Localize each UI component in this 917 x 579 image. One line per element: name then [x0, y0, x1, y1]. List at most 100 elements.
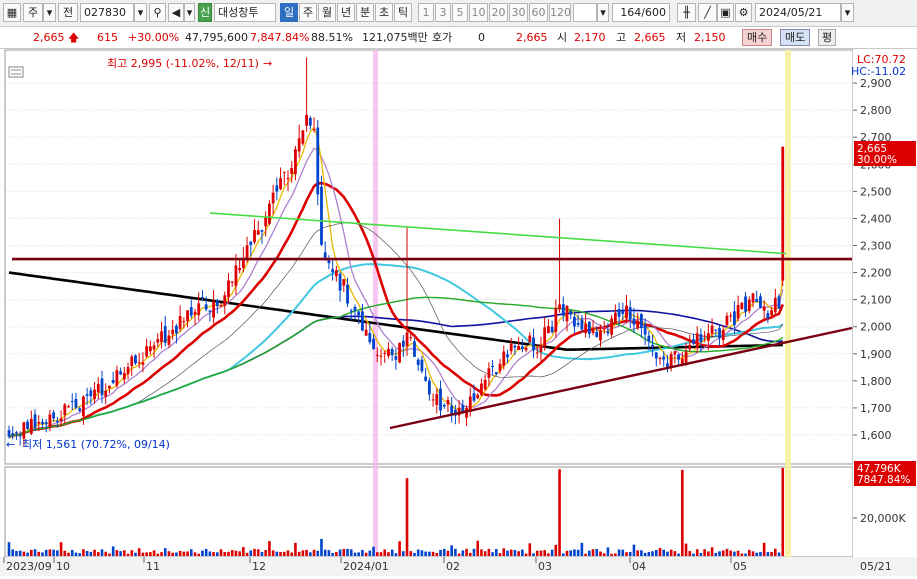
stock-code-input[interactable]: 027830 — [80, 3, 134, 22]
search-icon[interactable]: ⚲ — [149, 3, 166, 22]
volume-bar — [424, 551, 427, 556]
period-tab-minute[interactable]: 분 — [356, 3, 374, 22]
volume-bar — [721, 550, 725, 556]
current-price-value: 2,665 — [33, 31, 65, 44]
interval-120[interactable]: 120 — [549, 3, 571, 22]
candle-body — [576, 323, 580, 325]
period-tab-day[interactable]: 일 — [280, 3, 298, 22]
period-tab-second[interactable]: 초 — [375, 3, 393, 22]
volume-bar — [286, 550, 290, 556]
volume-bar — [48, 549, 52, 556]
volume-bar — [744, 553, 747, 556]
market-dropdown-chevron-icon[interactable]: ▾ — [43, 3, 56, 22]
bar-count-field[interactable]: 164/600 — [612, 3, 670, 22]
candle-body — [279, 178, 282, 190]
y-tick-label: 2,300 — [860, 240, 892, 253]
candle-body — [483, 379, 487, 390]
volume-bar — [513, 549, 517, 556]
volume-bar — [7, 542, 11, 556]
candle-body — [517, 346, 521, 350]
interval-dropdown-chevron-icon[interactable]: ▾ — [597, 3, 609, 22]
speaker-dropdown-chevron-icon[interactable]: ▾ — [184, 3, 195, 22]
candle-body — [640, 314, 643, 329]
candle-body — [312, 129, 316, 131]
average-button[interactable]: 평 — [818, 29, 837, 46]
interval-10-label: 10 — [471, 6, 486, 19]
candle-body — [431, 399, 435, 401]
volume-bar — [227, 551, 230, 556]
interval-3[interactable]: 3 — [435, 3, 451, 22]
price-chart[interactable]: 1,600 1,700 1,800 1,900 2,000 2,100 2,200 2,300… — [0, 49, 917, 576]
interval-1[interactable]: 1 — [418, 3, 434, 22]
type-select[interactable]: 전 — [58, 3, 78, 22]
candle-body — [275, 185, 279, 192]
volume-bar — [249, 550, 253, 556]
period-tab-month[interactable]: 월 — [318, 3, 336, 22]
interval-20[interactable]: 20 — [489, 3, 508, 22]
volume-bar — [290, 552, 294, 556]
volume-bar — [379, 552, 383, 556]
save-icon[interactable]: ▣ — [717, 3, 734, 22]
candle-body — [755, 298, 759, 302]
y-tick-label: 2,100 — [860, 294, 892, 307]
chart-svg: 1,600 1,700 1,800 1,900 2,000 2,100 2,200 2,300… — [0, 49, 917, 576]
grid-toggle-icon[interactable]: ▦ — [3, 3, 21, 22]
interval-60[interactable]: 60 — [529, 3, 548, 22]
interval-10[interactable]: 10 — [469, 3, 488, 22]
candle-style-icon[interactable]: ╫ — [677, 3, 696, 22]
period-tab-year[interactable]: 년 — [337, 3, 355, 22]
x-tick-label: 11 — [146, 560, 160, 573]
volume-bar — [368, 550, 372, 556]
volume-bar — [521, 549, 524, 556]
volume-bar — [770, 551, 773, 556]
candle-body — [401, 340, 405, 347]
sell-button[interactable]: 매도 — [780, 29, 811, 46]
candle-body — [435, 394, 439, 405]
volume: 47,795,600 — [185, 31, 248, 44]
candle-body — [122, 373, 126, 380]
interval-custom-input[interactable] — [573, 3, 597, 22]
speaker-icon[interactable]: ◀ — [168, 3, 184, 22]
volume-bar — [197, 553, 201, 556]
period-tab-week[interactable]: 주 — [299, 3, 317, 22]
market-select[interactable]: 주 — [23, 3, 43, 22]
volume-bar — [364, 552, 368, 556]
high-value: 2,665 — [634, 31, 666, 44]
draw-tool-icon[interactable]: ╱ — [698, 3, 717, 22]
volume-bar — [747, 549, 751, 556]
candle-body — [390, 349, 394, 356]
volume-bar — [402, 551, 405, 556]
y-tick-label: 2,500 — [860, 185, 892, 198]
interval-5[interactable]: 5 — [452, 3, 468, 22]
volume-bar — [413, 552, 416, 556]
candle-body — [167, 335, 171, 345]
candle-body — [450, 405, 454, 414]
candle-body — [442, 404, 446, 407]
candle-body — [584, 323, 587, 334]
interval-30[interactable]: 30 — [509, 3, 528, 22]
buy-button[interactable]: 매수 — [742, 29, 773, 46]
volume-bar — [554, 544, 558, 556]
volume-bar — [18, 550, 22, 556]
low-label: 저 — [676, 31, 687, 44]
settings-gear-icon[interactable]: ⚙ — [735, 3, 752, 22]
candle-body — [446, 400, 450, 405]
code-dropdown-chevron-icon[interactable]: ▾ — [134, 3, 147, 22]
volume-bar — [707, 551, 710, 556]
candle-body — [480, 383, 483, 396]
volume-bar — [275, 551, 279, 556]
period-tab-tick[interactable]: 틱 — [394, 3, 412, 22]
volume-bar — [710, 547, 714, 556]
candle-body — [684, 351, 688, 363]
date-dropdown-chevron-icon[interactable]: ▾ — [841, 3, 854, 22]
candle-body — [44, 422, 48, 425]
candle-body — [15, 432, 18, 434]
price-change-rate: +30.00% — [128, 31, 180, 44]
candle-body — [692, 339, 695, 344]
candle-body — [29, 418, 33, 434]
last-price: 2,665 — [516, 31, 548, 44]
volume-bar — [695, 549, 699, 556]
date-input[interactable]: 2024/05/21 — [755, 3, 841, 22]
candle-body — [569, 311, 573, 315]
volume-bar — [461, 550, 465, 556]
